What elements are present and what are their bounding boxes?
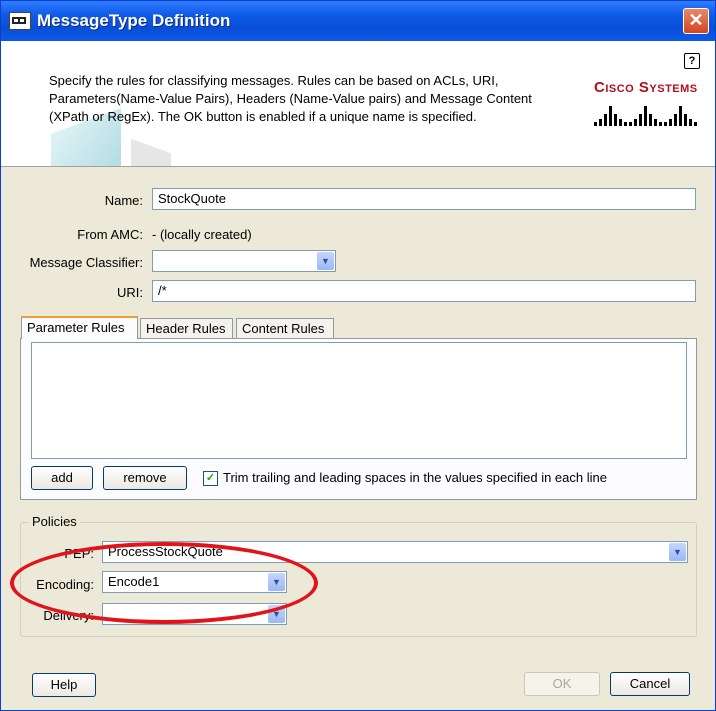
tab-content-rules[interactable]: Content Rules <box>236 318 334 338</box>
close-button[interactable]: ✕ <box>683 8 709 34</box>
from-amc-value: - (locally created) <box>152 227 252 242</box>
uri-label: URI: <box>117 285 143 300</box>
highlight-ellipse <box>10 542 318 624</box>
parameter-rules-list[interactable] <box>31 342 687 459</box>
trim-checkbox[interactable]: ✓ <box>203 471 218 486</box>
name-label: Name: <box>104 193 143 208</box>
title-bar[interactable]: MessageType Definition ✕ <box>1 1 715 41</box>
app-icon <box>9 12 31 30</box>
remove-button[interactable]: remove <box>103 466 187 490</box>
uri-field[interactable]: /* <box>152 280 696 302</box>
add-button[interactable]: add <box>31 466 93 490</box>
trim-label: Trim trailing and leading spaces in the … <box>223 470 607 485</box>
window-title: MessageType Definition <box>37 11 231 30</box>
classifier-select[interactable]: ▼ <box>152 250 336 272</box>
dialog-window: MessageType Definition ✕ Specify the rul… <box>0 0 716 711</box>
decorative-graphic-2 <box>131 138 171 166</box>
policies-title: Policies <box>29 514 80 529</box>
cancel-button[interactable]: Cancel <box>610 672 690 696</box>
chevron-down-icon[interactable]: ▼ <box>669 543 686 561</box>
cisco-logo: Cisco Systems <box>594 79 704 126</box>
header-panel: Specify the rules for classifying messag… <box>1 41 715 167</box>
ok-button[interactable]: OK <box>524 672 600 696</box>
classifier-label: Message Classifier: <box>29 255 143 270</box>
chevron-down-icon[interactable]: ▼ <box>317 252 334 270</box>
parameter-rules-panel: add remove ✓ Trim trailing and leading s… <box>20 338 697 500</box>
help-button[interactable]: Help <box>32 673 96 697</box>
name-field[interactable]: StockQuote <box>152 188 696 210</box>
tab-parameter-rules[interactable]: Parameter Rules <box>21 316 138 339</box>
cisco-logo-text: Cisco Systems <box>594 79 698 96</box>
description-text: Specify the rules for classifying messag… <box>49 73 532 124</box>
from-amc-label: From AMC: <box>77 227 143 242</box>
tab-header-rules[interactable]: Header Rules <box>140 318 233 338</box>
cisco-bars-icon <box>594 102 704 126</box>
help-icon[interactable]: ? <box>684 53 700 69</box>
